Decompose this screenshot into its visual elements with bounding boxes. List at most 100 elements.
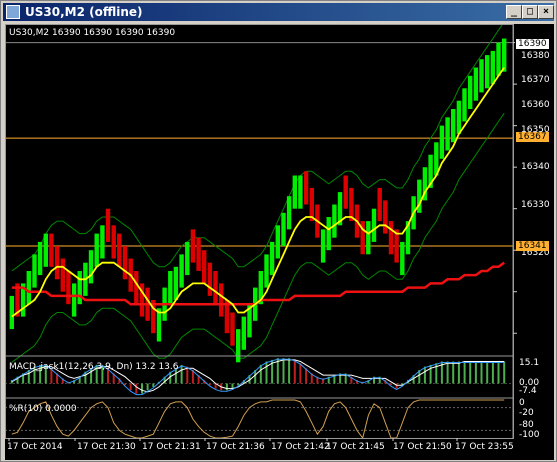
price-axis-label: 16340 xyxy=(521,162,550,172)
down-bar xyxy=(303,171,309,205)
macd-histogram-bar xyxy=(446,361,449,384)
macd-histogram-bar xyxy=(265,361,268,384)
up-bar xyxy=(275,225,280,259)
time-axis-label: 17 Oct 23:55 xyxy=(455,442,514,452)
down-bar xyxy=(388,221,394,255)
down-bar xyxy=(54,246,60,280)
macd-histogram-bar xyxy=(231,383,234,389)
macd-histogram-bar xyxy=(186,366,189,384)
title-bar[interactable]: US30,M2 (offline) _ □ × xyxy=(3,3,554,21)
macd-histogram-bar xyxy=(146,383,149,391)
price-axis-label: 16380 xyxy=(521,51,550,61)
up-bar xyxy=(468,75,473,109)
macd-histogram-bar xyxy=(141,383,143,394)
down-bar xyxy=(343,175,348,209)
macd-histogram-bar xyxy=(457,361,460,384)
time-axis-label: 17 Oct 21:36 xyxy=(206,442,265,452)
down-bar xyxy=(196,237,201,271)
main-chart-header: US30,M2 16390 16390 16390 16390 xyxy=(9,28,176,38)
macd-histogram-bar xyxy=(497,361,500,384)
fast-moving-average-line xyxy=(11,66,505,318)
time-axis-label: 17 Oct 2014 xyxy=(7,442,63,452)
down-bar xyxy=(213,271,218,305)
down-bar xyxy=(377,187,382,222)
macd-axis-label: -7.4 xyxy=(519,386,537,396)
up-bar xyxy=(100,225,105,259)
macd-histogram-bar xyxy=(288,358,291,384)
maximize-button[interactable]: □ xyxy=(522,5,538,19)
close-button[interactable]: × xyxy=(538,5,554,19)
time-axis-label: 17 Oct 21:30 xyxy=(77,442,136,452)
main-chart-pane xyxy=(5,24,513,363)
down-bar xyxy=(111,225,116,259)
macd-header: MACD_jack1(12,26,3,9, Dn) 13.2 13.6 xyxy=(9,362,179,372)
down-bar xyxy=(230,312,235,346)
time-axis-label: 17 Oct 21:45 xyxy=(326,442,385,452)
up-bar xyxy=(32,254,37,288)
down-bar xyxy=(202,250,207,284)
time-axis-label: 17 Oct 21:31 xyxy=(142,442,201,452)
up-bar xyxy=(173,266,179,300)
macd-histogram-bar xyxy=(282,358,285,384)
down-bar xyxy=(122,246,128,280)
up-bar xyxy=(236,329,241,363)
up-bar xyxy=(168,271,173,305)
macd-histogram-bar xyxy=(299,363,302,384)
wpr-axis-label: -100 xyxy=(519,430,540,440)
down-bar xyxy=(66,271,71,305)
hline-label-lower: 16341 xyxy=(516,241,549,251)
window-title: US30,M2 (offline) xyxy=(25,5,143,19)
macd-histogram-bar xyxy=(503,361,506,384)
up-bar xyxy=(371,208,377,242)
price-axis-label: 16330 xyxy=(521,200,550,210)
up-bar xyxy=(26,271,31,305)
up-bar xyxy=(502,38,507,72)
down-bar xyxy=(49,233,54,267)
up-bar xyxy=(298,175,303,209)
down-bar xyxy=(117,233,122,267)
down-bar xyxy=(105,208,111,242)
macd-histogram-bar xyxy=(129,383,132,391)
up-bar xyxy=(37,241,43,276)
current-price-tag: 16390 xyxy=(515,38,550,50)
up-bar xyxy=(269,241,275,276)
up-bar xyxy=(71,283,77,317)
price-axis-label: 16370 xyxy=(521,75,550,85)
time-axis-label: 17 Oct 21:42 xyxy=(271,442,330,452)
macd-histogram-bar xyxy=(486,361,489,384)
wpr-pane xyxy=(5,399,513,440)
macd-histogram-bar xyxy=(474,361,477,384)
up-bar xyxy=(286,196,292,230)
chart-area[interactable]: US30,M2 16390 16390 16390 16390 MACD_jac… xyxy=(5,24,554,460)
up-bar xyxy=(43,233,48,267)
price-axis-label: 16360 xyxy=(521,100,550,110)
macd-histogram-bar xyxy=(180,364,183,384)
macd-histogram-bar xyxy=(135,383,138,394)
down-bar xyxy=(134,271,139,305)
terminal-window: US30,M2 (offline) _ □ × US30,M2 16390 16… xyxy=(0,0,557,462)
up-bar xyxy=(88,250,94,284)
macd-histogram-bar xyxy=(259,364,262,384)
time-axis-label: 17 Oct 21:50 xyxy=(393,442,452,452)
down-bar xyxy=(60,258,65,292)
macd-histogram-bar xyxy=(469,361,472,384)
wpr-line xyxy=(11,399,505,440)
down-bar xyxy=(190,229,196,263)
down-bar xyxy=(219,283,224,317)
macd-histogram-bar xyxy=(491,361,494,384)
minimize-button[interactable]: _ xyxy=(506,5,522,19)
wpr-axis-label: -20 xyxy=(519,408,534,418)
up-bar xyxy=(366,221,371,255)
up-bar xyxy=(456,100,462,134)
chart-canvas[interactable] xyxy=(5,24,554,460)
chart-window-icon xyxy=(6,5,20,19)
up-bar xyxy=(479,59,484,93)
down-bar xyxy=(383,200,388,234)
up-bar xyxy=(439,125,445,159)
macd-histogram-bar xyxy=(463,361,466,384)
up-bar xyxy=(485,55,490,89)
up-bar xyxy=(490,50,495,85)
up-bar xyxy=(77,271,82,305)
upper-envelope-line xyxy=(11,24,504,272)
macd-histogram-bar xyxy=(452,361,455,384)
